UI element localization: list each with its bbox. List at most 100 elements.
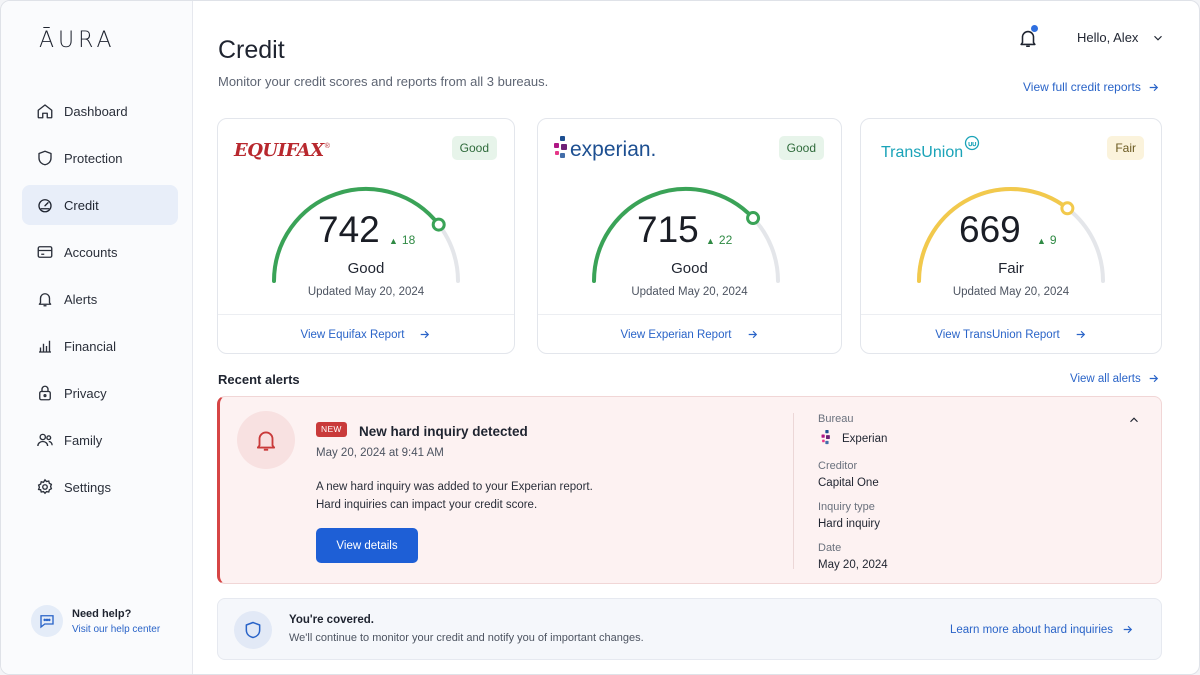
updated-date: Updated May 20, 2024 [631,286,748,298]
date-label: Date [818,542,842,554]
equifax-logo-text: EQUIFAX [234,139,324,161]
link-label: View all alerts [1070,372,1141,385]
chat-icon [31,605,63,637]
transunion-mark-icon [964,135,980,151]
experian-logo-text: experian. [570,138,657,161]
gauge-marker [746,211,761,226]
user-greeting[interactable]: Hello, Alex [1077,30,1138,45]
score-change: ▲ 22 [706,233,733,247]
credit-score: 715 [637,209,699,250]
registered-mark: ® [324,142,330,150]
bar-chart-icon [39,340,51,353]
lock-icon [39,385,51,401]
recent-alerts-title: Recent alerts [218,372,300,387]
arrow-right-icon [421,330,430,339]
bureau-value: Experian [818,430,888,448]
bureau-name: Experian [842,433,888,445]
view-transunion-report-link[interactable]: View TransUnion Report [861,328,1161,341]
view-experian-report-link[interactable]: View Experian Report [538,328,841,341]
alert-desc-line: A new hard inquiry was added to your Exp… [316,481,593,493]
gauge-marker [1060,201,1075,216]
chevron-down-icon[interactable] [1151,31,1165,45]
sidebar-item-label: Accounts [64,244,118,260]
bell-icon [38,293,52,307]
score-change: ▲ 18 [389,233,416,247]
arrow-right-icon [1149,83,1158,91]
page-subtitle: Monitor your credit scores and reports f… [218,74,549,89]
arrow-right-icon [1123,625,1133,634]
equifax-logo: EQUIFAX ® [234,133,330,167]
transunion-logo: TransUnion [877,133,980,167]
chevron-up-icon[interactable] [1127,413,1141,427]
bureau-card-equifax: EQUIFAX ® Good 742 ▲ 18 Good Updated May … [217,118,515,354]
coverage-title: You're covered. [289,614,374,626]
arrow-right-icon [1076,330,1085,339]
help-center-link[interactable]: Visit our help center [72,624,160,635]
shield-icon [38,150,52,166]
experian-logo: experian. [554,133,656,167]
score-rating: Good [347,260,385,277]
alert-desc-line: Hard inquiries can impact your credit sc… [316,499,538,511]
shield-icon [234,611,272,649]
new-badge: NEW [316,422,347,437]
arrow-right-icon [748,330,757,339]
credit-score: 742 [318,209,380,250]
app-window: ĀURA Dashboard Protection Credit Account… [0,0,1200,675]
score-rating: Fair [998,260,1024,277]
alert-title: New hard inquiry detected [359,424,528,439]
credit-score: 669 [959,209,1021,250]
bureau-label: Bureau [818,413,854,425]
sidebar-item-label: Alerts [64,291,98,307]
gauge-icon [38,199,52,213]
sidebar-item-alerts[interactable]: Alerts [22,279,178,319]
alert-bell-icon [237,411,295,469]
coverage-text: We'll continue to monitor your credit an… [289,632,644,644]
sidebar-item-label: Family [64,432,103,448]
sidebar: ĀURA Dashboard Protection Credit Account… [1,1,193,674]
notification-dot [1031,25,1038,32]
date-value: May 20, 2024 [818,559,888,571]
sidebar-item-financial[interactable]: Financial [22,326,178,366]
status-badge: Fair [1107,136,1144,160]
divider [218,314,514,315]
view-all-alerts-link[interactable]: View all alerts [1070,372,1160,385]
sidebar-item-dashboard[interactable]: Dashboard [22,91,178,131]
creditor-value: Capital One [818,477,879,489]
view-details-button[interactable]: View details [316,528,418,563]
card-icon [37,246,53,258]
view-equifax-report-link[interactable]: View Equifax Report [218,328,514,341]
view-full-reports-link[interactable]: View full credit reports [1023,80,1160,94]
divider [861,314,1161,315]
learn-more-link[interactable]: Learn more about hard inquiries [950,623,1134,636]
divider [538,314,841,315]
link-label: View TransUnion Report [935,328,1060,341]
coverage-banner: You're covered. We'll continue to monito… [217,598,1162,660]
sidebar-item-label: Privacy [64,385,107,401]
alert-timestamp: May 20, 2024 at 9:41 AM [316,447,444,459]
help-title: Need help? [72,607,132,620]
bureau-card-transunion: TransUnion Fair 669 ▲ 9 Fair Updated May … [860,118,1162,354]
gear-icon [37,478,53,495]
sidebar-item-protection[interactable]: Protection [22,138,178,178]
sidebar-item-accounts[interactable]: Accounts [22,232,178,272]
alert-details: Bureau Experian Creditor Capital One Inq… [818,413,888,583]
sidebar-item-credit[interactable]: Credit [22,185,178,225]
home-icon [37,104,53,119]
sidebar-item-label: Settings [64,479,111,495]
sidebar-item-family[interactable]: Family [22,420,178,460]
gauge-marker [431,217,446,232]
sidebar-item-privacy[interactable]: Privacy [22,373,178,413]
sidebar-item-settings[interactable]: Settings [22,467,178,507]
aura-logo[interactable]: ĀURA [39,28,116,53]
inquiry-type-value: Hard inquiry [818,518,880,530]
score-change-value: 9 [1049,233,1057,247]
transunion-logo-text: TransUnion [881,144,964,161]
link-label: View full credit reports [1023,80,1141,94]
link-label: View Equifax Report [300,328,405,341]
creditor-label: Creditor [818,460,858,472]
help-widget[interactable]: Need help? Visit our help center [31,605,160,637]
sidebar-item-label: Credit [64,197,99,213]
score-change-value: 18 [401,233,416,247]
experian-dots-icon [554,136,567,158]
sidebar-item-label: Financial [64,338,117,354]
